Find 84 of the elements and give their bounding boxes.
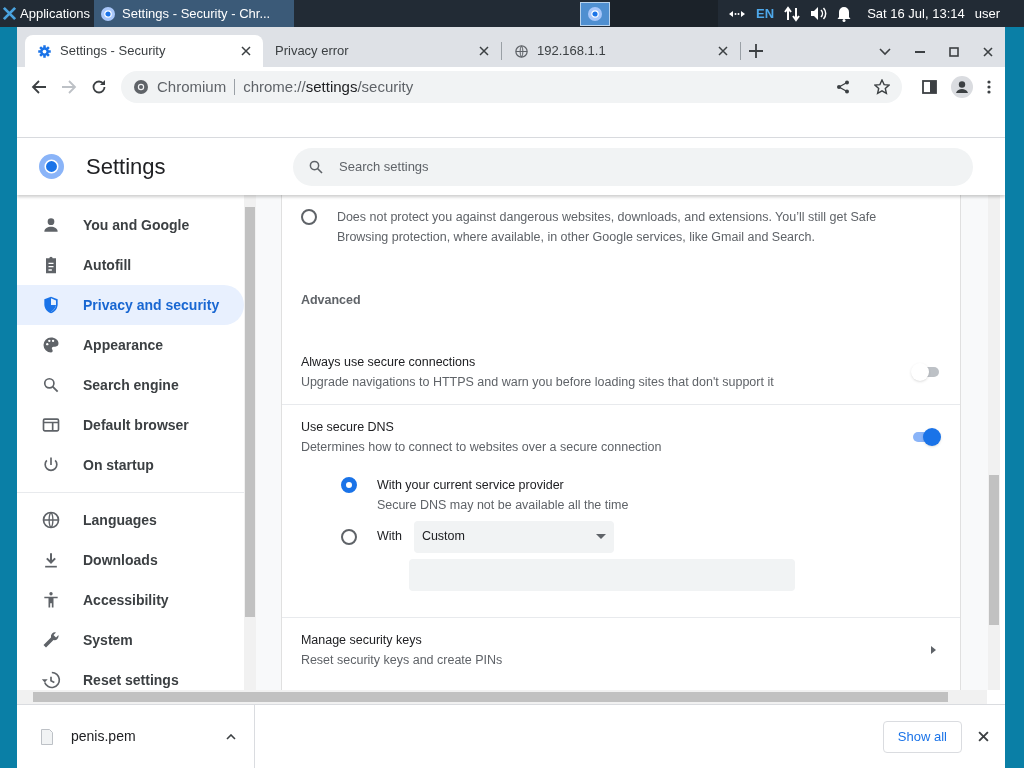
radio-button[interactable] <box>340 528 357 545</box>
person-icon <box>41 215 61 235</box>
browser-tab[interactable]: Privacy error <box>263 35 501 67</box>
x-logo-icon <box>2 6 17 21</box>
chevron-up-icon[interactable] <box>226 733 236 740</box>
url-text: chrome://settings/security <box>243 76 414 97</box>
sidebar-item[interactable]: Autofill <box>17 245 244 285</box>
browser-window-icon <box>41 415 61 435</box>
workspace-button[interactable] <box>580 1 611 26</box>
profile-icon[interactable] <box>951 76 973 98</box>
browser-tab[interactable]: 192.168.1.1 <box>502 35 740 67</box>
settings-title: Settings <box>86 153 167 181</box>
close-icon[interactable] <box>718 46 728 56</box>
download-item[interactable]: penis.pem <box>17 705 255 768</box>
transfer-arrows-icon[interactable] <box>784 5 801 22</box>
globe-icon <box>41 510 61 530</box>
setting-description: Reset security keys and create PINs <box>300 651 504 669</box>
sidebar-item[interactable]: Privacy and security <box>17 285 244 325</box>
chromium-icon <box>133 79 149 95</box>
close-icon[interactable] <box>983 47 993 57</box>
chromium-icon <box>587 5 604 22</box>
scrollbar[interactable] <box>17 690 987 704</box>
settings-icon <box>37 43 52 59</box>
sidebar-item[interactable]: Reset settings <box>17 660 244 690</box>
sidebar-item[interactable]: Downloads <box>17 540 244 580</box>
maximize-icon[interactable] <box>949 47 959 57</box>
back-arrow-icon[interactable] <box>31 79 47 95</box>
volume-icon[interactable] <box>810 6 828 21</box>
more-menu-icon[interactable] <box>987 80 991 94</box>
close-icon[interactable] <box>978 731 989 742</box>
chromium-logo-icon <box>39 154 64 179</box>
user-name[interactable]: user <box>974 3 1001 24</box>
site-label: Chromium <box>157 76 227 97</box>
accessibility-icon <box>41 590 61 610</box>
radio-button[interactable] <box>300 209 317 225</box>
section-heading: Advanced <box>299 292 362 309</box>
clock[interactable]: Sat 16 Jul, 13:14 <box>867 3 965 24</box>
close-icon[interactable] <box>241 46 251 56</box>
history-icon <box>41 670 61 690</box>
caret-right-icon[interactable] <box>930 645 936 654</box>
option-description: Secure DNS may not be available all the time <box>376 496 629 514</box>
taskbar-window-button[interactable]: Settings - Security - Chr... <box>94 0 295 27</box>
sidebar-item[interactable]: Accessibility <box>17 580 244 620</box>
chromium-icon <box>100 5 117 22</box>
sidebar-item[interactable]: Appearance <box>17 325 244 365</box>
search-icon <box>41 375 61 395</box>
setting-description: Determines how to connect to websites over a secure connection <box>300 438 663 456</box>
side-panel-icon[interactable] <box>922 80 937 94</box>
radio-button[interactable] <box>340 476 357 493</box>
palette-icon <box>41 335 61 355</box>
option-label: With <box>376 528 402 546</box>
show-all-button[interactable]: Show all <box>882 720 962 753</box>
dropdown[interactable]: Custom <box>413 520 614 553</box>
sidebar-item[interactable]: Default browser <box>17 405 244 445</box>
dropdown-chevron-icon[interactable] <box>879 48 891 56</box>
toggle-switch[interactable] <box>910 362 941 381</box>
address-bar[interactable]: Chromium chrome://settings/security <box>121 71 902 103</box>
sidebar-item[interactable]: Search engine <box>17 365 244 405</box>
sidebar-item[interactable]: Languages <box>17 500 244 540</box>
browser-tab[interactable]: Settings - Security <box>25 35 263 67</box>
globe-icon <box>514 43 529 59</box>
caret-down-icon <box>595 534 606 540</box>
close-icon[interactable] <box>479 46 489 56</box>
applications-menu[interactable]: Applications <box>0 0 95 27</box>
search-field[interactable]: Search settings <box>293 147 973 186</box>
bell-icon[interactable] <box>837 5 852 22</box>
scrollbar[interactable] <box>243 195 256 690</box>
sidebar-item[interactable]: System <box>17 620 244 660</box>
file-icon <box>41 728 53 745</box>
reload-icon[interactable] <box>91 79 107 95</box>
sidebar-item[interactable]: You and Google <box>17 205 244 245</box>
setting-title: Always use secure connections <box>300 353 477 371</box>
setting-title: Use secure DNS <box>300 418 395 436</box>
shield-icon <box>41 295 61 315</box>
option-label: With your current service provider <box>376 476 565 494</box>
sidebar-item[interactable]: On startup <box>17 445 244 485</box>
share-icon[interactable] <box>836 80 850 94</box>
option-description: Does not protect you against dangerous websites, downloads, and extensions. You’ll still get Safe Browsing protection, where available, in other Google services, like Gmail and Search. <box>336 209 878 246</box>
setting-title: Manage security keys <box>300 631 423 649</box>
setting-description: Upgrade navigations to HTTPS and warn you before loading sites that don't support it <box>300 373 775 391</box>
keyboard-layout[interactable]: EN <box>756 3 775 24</box>
wrench-icon <box>41 630 61 650</box>
star-icon[interactable] <box>874 79 890 95</box>
new-tab-icon[interactable] <box>749 44 763 58</box>
